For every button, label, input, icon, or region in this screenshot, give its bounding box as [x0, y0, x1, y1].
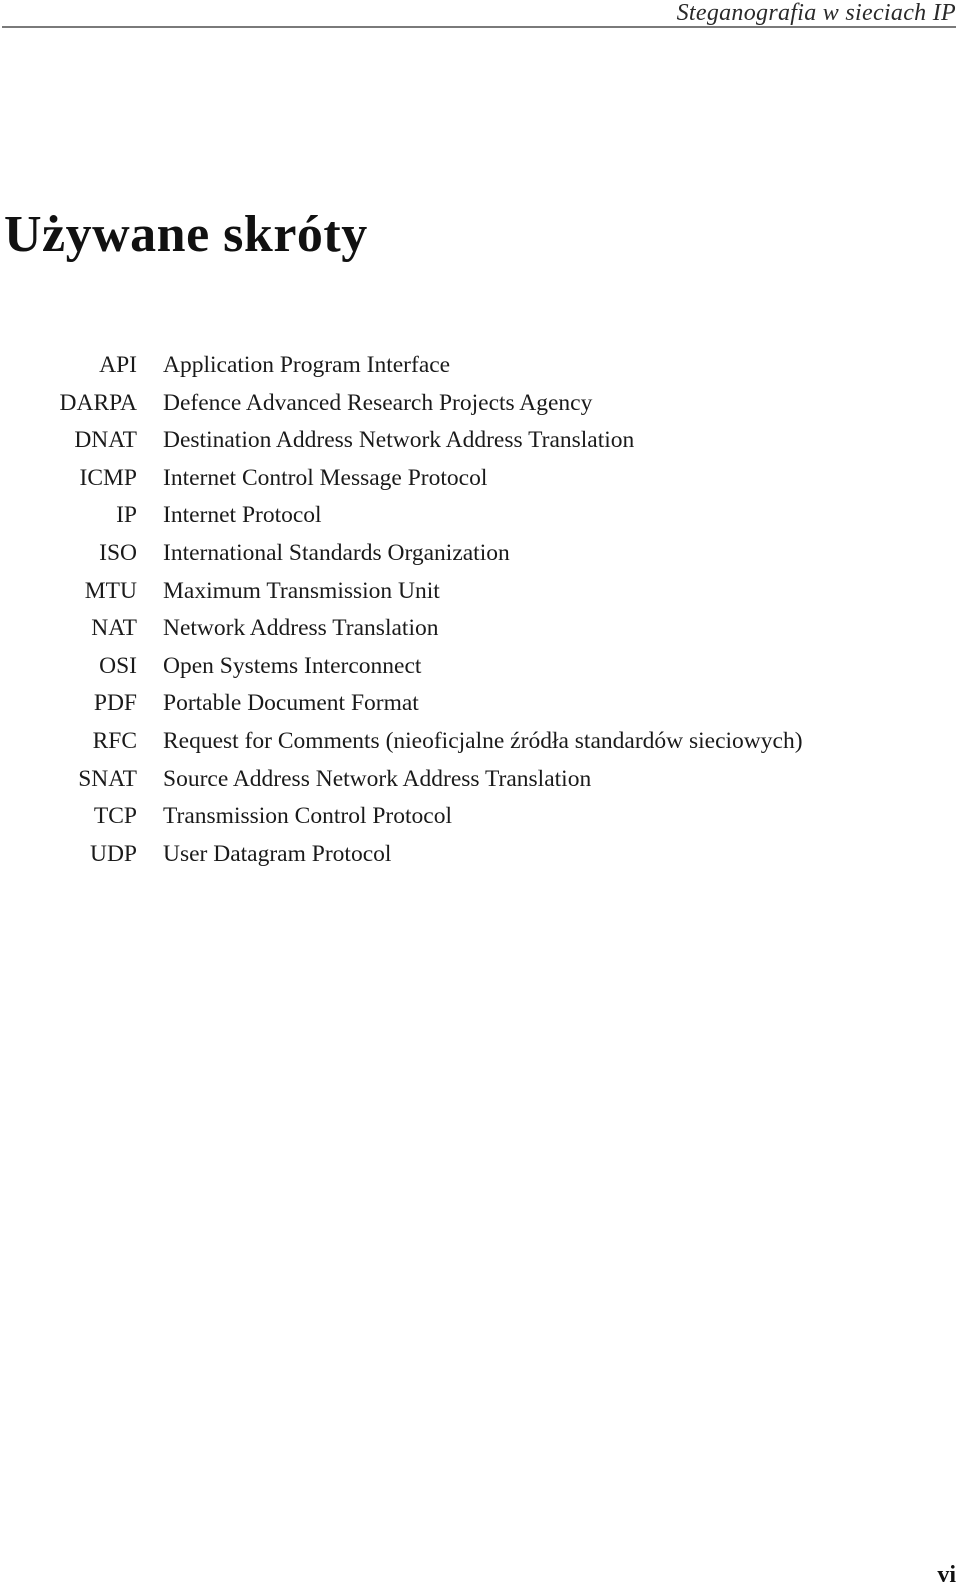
- abbreviation-definition: Maximum Transmission Unit: [163, 577, 440, 604]
- abbreviation-definition: Request for Comments (nieoficjalne źródł…: [163, 727, 803, 754]
- abbreviation-definition: Portable Document Format: [163, 690, 419, 717]
- abbreviation-term: RFC: [92, 727, 137, 754]
- abbreviation-entry: PDF Portable Document Format: [0, 690, 803, 728]
- abbreviation-definition: Destination Address Network Address Tran…: [163, 427, 635, 454]
- chapter-title: Używane skróty: [4, 206, 368, 263]
- abbreviation-term: PDF: [93, 690, 137, 717]
- running-header: Steganografia w sieciach IP: [676, 0, 956, 26]
- abbreviation-definition: Open Systems Interconnect: [163, 652, 422, 679]
- abbreviation-entry: UDP User Datagram Protocol: [0, 841, 803, 879]
- header-rule: [2, 26, 956, 28]
- abbreviation-entry: DARPA Defence Advanced Research Projects…: [0, 390, 803, 428]
- abbreviation-term: ICMP: [79, 464, 137, 491]
- abbreviation-entry: TCP Transmission Control Protocol: [0, 803, 803, 841]
- abbreviation-term: SNAT: [78, 765, 137, 792]
- abbreviation-term: ISO: [99, 539, 137, 566]
- abbreviation-term: IP: [116, 502, 137, 529]
- abbreviation-entry: SNAT Source Address Network Address Tran…: [0, 766, 803, 804]
- page-number: vi: [937, 1562, 956, 1588]
- abbreviation-entry: OSI Open Systems Interconnect: [0, 653, 803, 691]
- abbreviation-entry: ISO International Standards Organization: [0, 540, 803, 578]
- abbreviation-definition: Internet Control Message Protocol: [163, 464, 488, 491]
- abbreviation-term: API: [99, 352, 137, 378]
- abbreviation-term: DARPA: [59, 389, 138, 416]
- abbreviation-entry: API Application Program Interface: [0, 352, 803, 390]
- abbreviation-definition: Defence Advanced Research Projects Agenc…: [163, 389, 593, 416]
- abbreviation-term: DNAT: [74, 427, 137, 454]
- abbreviation-term: NAT: [91, 615, 137, 642]
- abbreviation-entry: RFC Request for Comments (nieoficjalne ź…: [0, 728, 803, 766]
- abbreviation-definition: Application Program Interface: [163, 352, 451, 378]
- abbreviation-definition: Source Address Network Address Translati…: [163, 765, 592, 792]
- abbreviation-entry: IP Internet Protocol: [0, 502, 803, 540]
- abbreviation-entry: NAT Network Address Translation: [0, 615, 803, 653]
- abbreviation-term: TCP: [93, 803, 137, 830]
- abbreviation-list: API Application Program Interface DARPA …: [0, 352, 803, 878]
- abbreviation-definition: Internet Protocol: [163, 502, 322, 529]
- abbreviation-definition: International Standards Organization: [163, 539, 510, 566]
- abbreviation-entry: MTU Maximum Transmission Unit: [0, 578, 803, 616]
- abbreviation-definition: User Datagram Protocol: [163, 840, 392, 867]
- abbreviation-term: UDP: [89, 840, 137, 867]
- abbreviation-term: MTU: [84, 577, 137, 604]
- abbreviation-definition: Transmission Control Protocol: [163, 803, 452, 830]
- abbreviation-entry: DNAT Destination Address Network Address…: [0, 427, 803, 465]
- abbreviation-term: OSI: [99, 652, 137, 679]
- abbreviation-entry: ICMP Internet Control Message Protocol: [0, 465, 803, 503]
- abbreviation-definition: Network Address Translation: [163, 615, 439, 642]
